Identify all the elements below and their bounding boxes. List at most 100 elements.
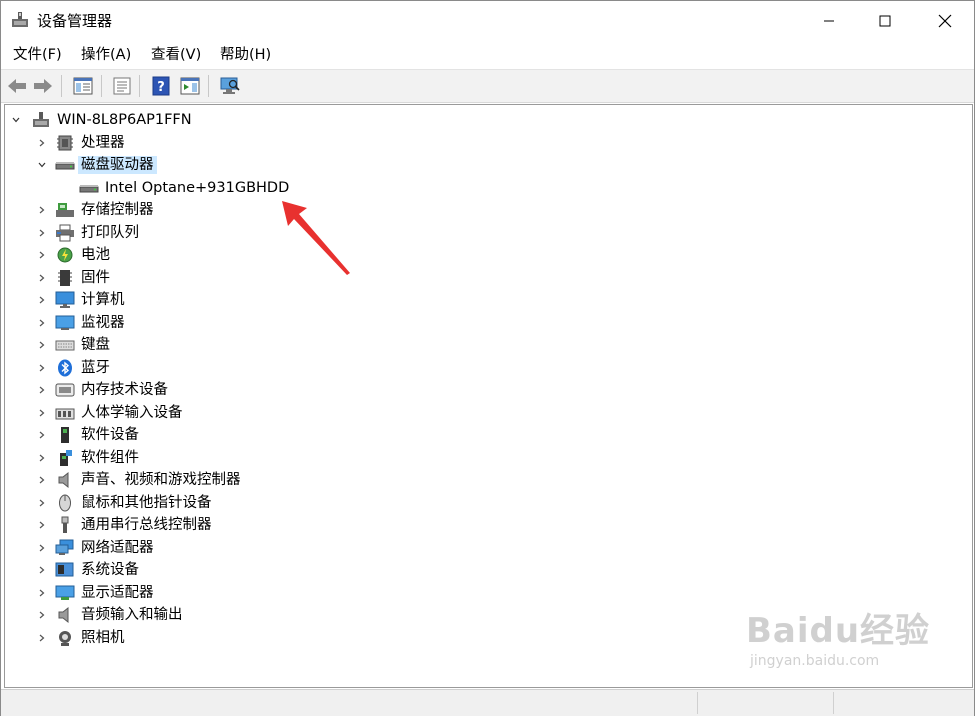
chevron-right-icon[interactable] [35,469,49,491]
scan-hardware-button[interactable] [218,74,242,98]
menu-help[interactable]: 帮助(H) [220,45,271,65]
computer-root-icon [31,111,51,129]
network-icon [55,539,75,557]
chevron-right-icon[interactable] [35,132,49,154]
chevron-right-icon[interactable] [35,334,49,356]
tree-category-monitors[interactable]: 监视器 [5,312,965,334]
properties-button[interactable] [110,74,134,98]
chevron-right-icon[interactable] [35,447,49,469]
menu-file[interactable]: 文件(F) [13,45,62,65]
chevron-right-icon[interactable] [35,559,49,581]
menu-action[interactable]: 操作(A) [81,45,131,65]
maximize-button[interactable] [857,1,913,41]
tree-category-batteries[interactable]: 电池 [5,244,965,266]
tree-category-network-adapters[interactable]: 网络适配器 [5,537,965,559]
firmware-icon [55,269,75,287]
tree-category-label: 软件组件 [81,450,139,466]
tree-category-processor[interactable]: 处理器 [5,132,965,154]
tree-category-computer[interactable]: 计算机 [5,289,965,311]
tree-category-memory-technology[interactable]: 内存技术设备 [5,379,965,401]
tree-root[interactable]: WIN-8L8P6AP1FFN [5,109,965,131]
tree-device-label: Intel Optane+931GBHDD [105,180,290,196]
chevron-right-icon[interactable] [35,402,49,424]
speaker-icon [55,471,75,489]
keyboard-icon [55,336,75,354]
tree-category-cameras[interactable]: 照相机 [5,627,965,649]
tree-category-sound-video-game[interactable]: 声音、视频和游戏控制器 [5,469,965,491]
disk-drive-icon [79,179,99,197]
tree-category-label: 显示适配器 [81,585,154,601]
tree-category-firmware[interactable]: 固件 [5,267,965,289]
monitor-icon [55,314,75,332]
audio-io-icon [55,606,75,624]
tree-category-software-devices[interactable]: 软件设备 [5,424,965,446]
show-hide-tree-button[interactable] [71,74,95,98]
tree-category-system-devices[interactable]: 系统设备 [5,559,965,581]
tree-category-label: 计算机 [81,292,125,308]
computer-icon [55,291,75,309]
tree-category-label: 存储控制器 [81,202,154,218]
device-manager-window: 设备管理器 文件(F) 操作(A) 查看(V) 帮助(H) ? WIN-8L8P… [0,0,975,716]
tree-category-display-adapters[interactable]: 显示适配器 [5,582,965,604]
chevron-right-icon[interactable] [35,289,49,311]
chevron-right-icon[interactable] [35,424,49,446]
tree-category-bluetooth[interactable]: 蓝牙 [5,357,965,379]
hid-icon [55,404,75,422]
forward-button[interactable] [31,74,55,98]
tree-category-label: 人体学输入设备 [81,405,183,421]
tree-category-hid[interactable]: 人体学输入设备 [5,402,965,424]
chevron-down-icon[interactable] [35,154,49,176]
storage-controller-icon [55,201,75,219]
tree-category-keyboards[interactable]: 键盘 [5,334,965,356]
scan-hardware-icon [220,77,240,94]
menu-view[interactable]: 查看(V) [151,45,201,65]
chevron-right-icon[interactable] [35,199,49,221]
tree-category-software-components[interactable]: 软件组件 [5,447,965,469]
tree-category-usb[interactable]: 通用串行总线控制器 [5,514,965,536]
toolbar-separator [101,75,102,97]
back-button[interactable] [5,74,29,98]
close-icon [938,14,952,28]
device-manager-app-icon [10,10,30,30]
tree-category-mice[interactable]: 鼠标和其他指针设备 [5,492,965,514]
help-button[interactable]: ? [149,74,173,98]
window-title: 设备管理器 [37,12,113,30]
chevron-right-icon[interactable] [35,514,49,536]
tree-category-label: 处理器 [81,135,125,151]
chevron-right-icon[interactable] [35,492,49,514]
menu-bar: 文件(F) 操作(A) 查看(V) 帮助(H) [1,41,974,69]
tree-category-storage-controllers[interactable]: 存储控制器 [5,199,965,221]
tree-category-audio-io[interactable]: 音频输入和输出 [5,604,965,626]
chevron-down-icon[interactable] [9,109,23,131]
maximize-icon [879,15,891,27]
action-pane-button[interactable] [178,74,202,98]
chevron-right-icon[interactable] [35,357,49,379]
chevron-right-icon[interactable] [35,604,49,626]
chevron-right-icon[interactable] [35,244,49,266]
tree-category-print-queues[interactable]: 打印队列 [5,222,965,244]
minimize-button[interactable] [801,1,857,41]
tree-root-label: WIN-8L8P6AP1FFN [57,112,192,128]
chevron-right-icon[interactable] [35,222,49,244]
camera-icon [55,629,75,647]
red-annotation-arrow [282,201,350,275]
chevron-right-icon[interactable] [35,582,49,604]
properties-icon [113,77,131,95]
chevron-right-icon[interactable] [35,627,49,649]
tree-category-label: 电池 [81,247,110,263]
close-button[interactable] [917,1,973,41]
tree-device-item[interactable]: Intel Optane+931GBHDD [5,177,965,199]
printer-icon [55,224,75,242]
device-tree[interactable]: WIN-8L8P6AP1FFN 处理器 磁盘驱动器 Intel Optane+9… [4,104,973,688]
chevron-right-icon[interactable] [35,312,49,334]
memory-icon [55,381,75,399]
tree-category-disk-drives[interactable]: 磁盘驱动器 [5,154,965,176]
chevron-right-icon[interactable] [35,379,49,401]
chevron-right-icon[interactable] [35,537,49,559]
software-device-icon [55,426,75,444]
toolbar-separator [139,75,140,97]
status-divider [833,692,835,714]
help-icon: ? [152,76,170,96]
battery-icon [55,246,75,264]
chevron-right-icon[interactable] [35,267,49,289]
